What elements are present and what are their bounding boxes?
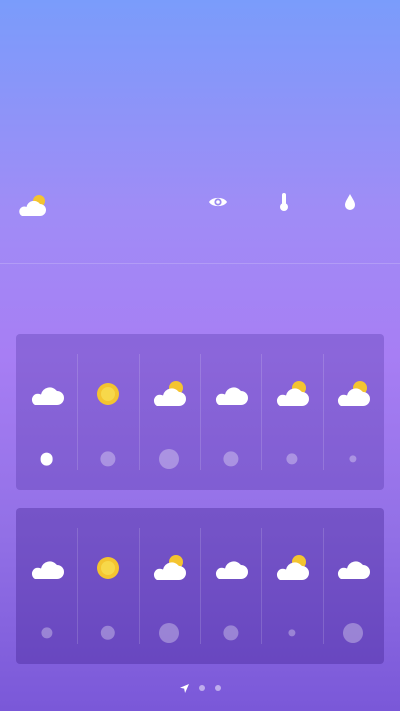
intensity-dot	[100, 625, 116, 641]
partly-cloudy-icon	[154, 555, 187, 580]
page-dot[interactable]	[215, 685, 221, 691]
intensity-dot	[286, 453, 298, 465]
forecast-column	[77, 508, 138, 664]
forecast-column	[16, 334, 77, 490]
sun-icon	[96, 557, 119, 579]
forecast-column	[138, 334, 200, 490]
forecast-column	[77, 334, 138, 490]
location-arrow-icon[interactable]	[179, 683, 189, 693]
section-divider	[0, 263, 400, 264]
cloud-icon	[31, 561, 64, 579]
forecast-column	[322, 508, 384, 664]
partly-cloudy-icon	[276, 555, 309, 580]
cloud-icon	[215, 387, 248, 405]
page-dot[interactable]	[199, 685, 205, 691]
intensity-dot	[223, 451, 239, 467]
intensity-dot	[349, 455, 357, 463]
forecast-column	[322, 334, 384, 490]
intensity-dot	[41, 627, 53, 639]
droplet-icon	[338, 190, 362, 214]
forecast-column	[199, 334, 261, 490]
cloud-icon	[338, 561, 371, 579]
forecast-column	[138, 508, 200, 664]
forecast-column	[261, 508, 322, 664]
page-indicator[interactable]	[0, 682, 400, 694]
intensity-dot	[223, 625, 239, 641]
intensity-dot	[40, 452, 54, 466]
intensity-dot	[159, 623, 180, 643]
forecast-columns	[16, 334, 384, 490]
intensity-dot	[343, 623, 364, 643]
eye-icon	[206, 190, 230, 214]
intensity-dot	[159, 449, 180, 469]
intensity-dot	[288, 629, 296, 637]
forecast-panel-1	[16, 334, 384, 490]
partly-cloudy-icon	[276, 381, 309, 406]
sun-icon	[96, 383, 119, 405]
partly-cloudy-icon	[338, 381, 371, 406]
forecast-column	[199, 508, 261, 664]
partly-cloudy-icon	[154, 381, 187, 406]
forecast-columns	[16, 508, 384, 664]
intensity-dot	[100, 451, 116, 467]
forecast-panel-2	[16, 508, 384, 664]
forecast-column	[261, 334, 322, 490]
thermometer-icon	[272, 190, 296, 214]
current-summary	[0, 190, 400, 226]
cloud-icon	[215, 561, 248, 579]
cloud-icon	[31, 387, 64, 405]
partly-cloudy-icon	[19, 195, 46, 216]
forecast-column	[16, 508, 77, 664]
